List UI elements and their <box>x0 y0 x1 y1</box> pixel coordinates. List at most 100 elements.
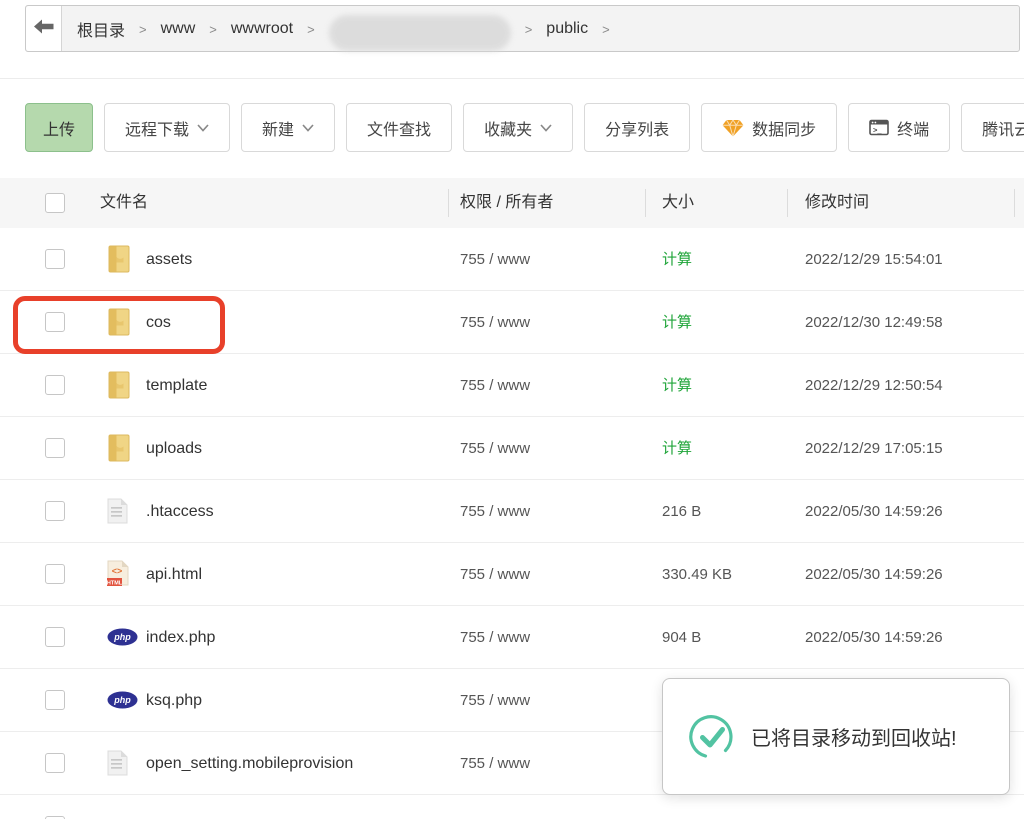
svg-text:>_: >_ <box>873 126 882 135</box>
table-row: <> HTML php template 755 / www 计算 2022/1… <box>0 354 1024 417</box>
chevron-down-icon <box>540 124 552 132</box>
mtime: 2022/12/29 17:05:15 <box>805 417 943 480</box>
file-size: 216 B <box>662 480 701 543</box>
column-header-name[interactable]: 文件名 <box>100 178 148 228</box>
row-checkbox[interactable] <box>45 375 65 395</box>
terminal-label: 终端 <box>897 116 929 140</box>
upload-button[interactable]: 上传 <box>25 103 93 152</box>
row-checkbox[interactable] <box>45 753 65 773</box>
file-name[interactable]: open_setting.mobileprovision <box>146 732 353 795</box>
file-name[interactable]: .htaccess <box>146 480 214 543</box>
svg-text:php: php <box>113 695 131 705</box>
perm-owner: 755 / www <box>460 228 530 291</box>
breadcrumb-item-wwwroot[interactable]: wwwroot <box>231 20 293 38</box>
toast-message: 已将目录移动到回收站! <box>751 722 957 751</box>
row-checkbox[interactable] <box>45 627 65 647</box>
column-divider <box>787 189 788 217</box>
mtime: 2022/05/30 14:59:26 <box>805 480 943 543</box>
favorites-button[interactable]: 收藏夹 <box>463 103 573 152</box>
file-name[interactable]: ksq.php <box>146 669 202 732</box>
mtime: 2022/12/29 15:54:01 <box>805 228 943 291</box>
table-row: <> HTML php .htaccess 755 / www 216 B 20… <box>0 480 1024 543</box>
svg-text:php: php <box>113 632 131 642</box>
perm-owner: 755 / www <box>460 480 530 543</box>
column-header-mtime[interactable]: 修改时间 <box>805 178 869 228</box>
perm-owner: 755 / www <box>460 417 530 480</box>
table-row: <> HTML php api.html 755 / www 330.49 KB… <box>0 543 1024 606</box>
breadcrumb-separator: > <box>602 22 610 37</box>
text-file-icon <box>107 498 128 524</box>
breadcrumb-separator: > <box>209 22 217 37</box>
table-row: <> HTML php <box>0 795 1024 819</box>
file-size[interactable]: 计算 <box>662 417 692 480</box>
file-name[interactable]: template <box>146 354 207 417</box>
tencent-cos-button[interactable]: 腾讯云 <box>961 103 1024 152</box>
column-header-size[interactable]: 大小 <box>662 178 694 228</box>
data-sync-button[interactable]: 数据同步 <box>701 103 837 152</box>
file-size: 904 B <box>662 606 701 669</box>
chevron-down-icon <box>197 124 209 132</box>
select-all-checkbox[interactable] <box>45 193 65 213</box>
remote-download-label: 远程下载 <box>125 116 189 140</box>
file-size: 330.49 KB <box>662 543 732 606</box>
table-row: <> HTML php uploads 755 / www 计算 2022/12… <box>0 417 1024 480</box>
file-size[interactable]: 计算 <box>662 354 692 417</box>
data-sync-label: 数据同步 <box>752 116 816 140</box>
tencent-cos-label: 腾讯云 <box>982 116 1024 140</box>
breadcrumb-item-root[interactable]: 根目录 <box>77 17 125 41</box>
file-table-header: 文件名 权限 / 所有者 大小 修改时间 <box>0 178 1024 228</box>
row-checkbox[interactable] <box>45 438 65 458</box>
success-toast: 已将目录移动到回收站! <box>662 678 1010 795</box>
folder-icon <box>107 245 131 273</box>
perm-owner: 755 / www <box>460 732 530 795</box>
remote-download-button[interactable]: 远程下载 <box>104 103 230 152</box>
back-arrow-icon <box>34 19 54 39</box>
row-checkbox[interactable] <box>45 312 65 332</box>
mtime: 2022/12/30 12:49:58 <box>805 291 943 354</box>
row-checkbox[interactable] <box>45 249 65 269</box>
section-divider <box>0 78 1024 79</box>
file-name[interactable]: api.html <box>146 543 202 606</box>
breadcrumb-separator: > <box>307 22 315 37</box>
breadcrumb-separator: > <box>139 22 147 37</box>
perm-owner: 755 / www <box>460 606 530 669</box>
breadcrumb: 根目录 > www > wwwroot > > public > <box>62 6 610 51</box>
share-list-label: 分享列表 <box>605 116 669 140</box>
redacted-path-segment <box>329 15 511 51</box>
php-file-icon: php <box>107 691 138 709</box>
file-name[interactable]: index.php <box>146 606 215 669</box>
gem-icon <box>722 119 744 137</box>
file-name[interactable]: assets <box>146 228 192 291</box>
table-row: <> HTML php assets 755 / www 计算 2022/12/… <box>0 228 1024 291</box>
share-list-button[interactable]: 分享列表 <box>584 103 690 152</box>
new-button[interactable]: 新建 <box>241 103 335 152</box>
file-search-button[interactable]: 文件查找 <box>346 103 452 152</box>
terminal-button[interactable]: >_ 终端 <box>848 103 950 152</box>
svg-text:HTML: HTML <box>107 580 123 586</box>
folder-icon <box>107 308 131 336</box>
breadcrumb-item-public[interactable]: public <box>546 20 588 38</box>
file-name[interactable]: uploads <box>146 417 202 480</box>
check-circle-icon <box>689 714 735 760</box>
svg-text:<>: <> <box>112 566 123 576</box>
breadcrumb-item-www[interactable]: www <box>161 20 196 38</box>
php-file-icon: php <box>107 628 138 646</box>
file-size[interactable]: 计算 <box>662 228 692 291</box>
column-header-perm-owner: 权限 / 所有者 <box>460 178 553 228</box>
table-row: <> HTML php index.php 755 / www 904 B 20… <box>0 606 1024 669</box>
column-divider <box>1014 189 1015 217</box>
row-checkbox[interactable] <box>45 690 65 710</box>
row-checkbox[interactable] <box>45 501 65 521</box>
file-name[interactable]: cos <box>146 291 171 354</box>
column-divider <box>448 189 449 217</box>
back-button[interactable] <box>26 6 62 51</box>
html-file-icon: <> HTML <box>107 560 130 588</box>
table-row: <> HTML php cos 755 / www 计算 2022/12/30 … <box>0 291 1024 354</box>
new-button-label: 新建 <box>262 116 294 140</box>
toolbar: 上传 远程下载 新建 文件查找 收藏夹 分享列表 数据同步 <box>25 103 1024 152</box>
file-size[interactable]: 计算 <box>662 291 692 354</box>
text-file-icon <box>107 750 128 776</box>
perm-owner: 755 / www <box>460 354 530 417</box>
row-checkbox[interactable] <box>45 564 65 584</box>
perm-owner: 755 / www <box>460 669 530 732</box>
